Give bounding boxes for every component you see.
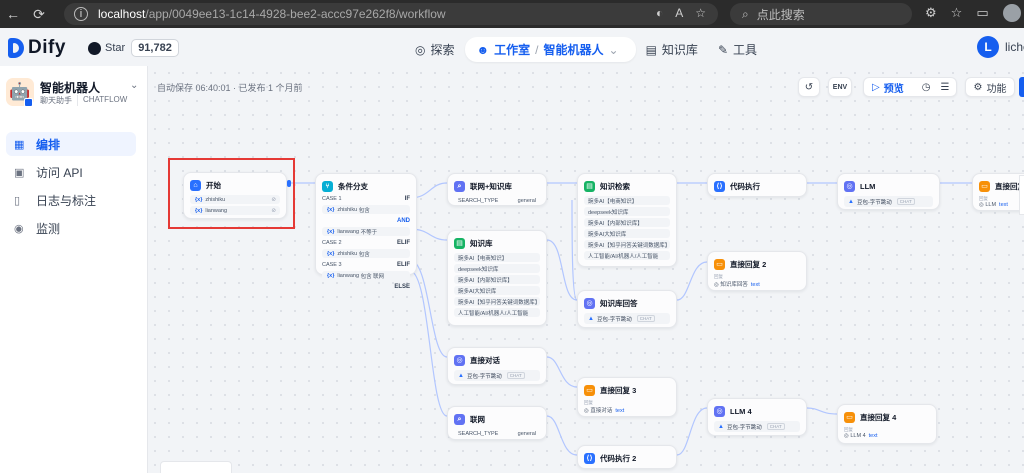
model-icon: ▲	[588, 315, 594, 322]
search-icon: ⌕	[454, 413, 465, 425]
node-code[interactable]: ⟨⟩ 代码执行	[707, 173, 807, 197]
branch-icon: ⑂	[322, 180, 333, 192]
llm-ref-icon: ◎	[714, 282, 719, 288]
node-title: 知识库回答	[600, 298, 638, 308]
node-answer[interactable]: ▭ 直接回复 回复 ◎ LLM text	[972, 173, 1024, 211]
database-icon: ▤	[584, 180, 595, 192]
llm-ref-icon: ◎	[584, 408, 589, 414]
node-title: 联网+知识库	[470, 181, 512, 191]
node-knowledge-retrieval[interactable]: ▤ 知识检索 豌多AI【电商知识】 deepseek知识库 豌多AI【内部知识库】…	[577, 173, 677, 267]
answer-icon: ▭	[979, 180, 990, 192]
selection-highlight	[168, 158, 295, 229]
node-llm-4[interactable]: ◎ LLM 4 ▲ 豆包-字节跳动 CHAT	[707, 398, 807, 436]
node-web-kb[interactable]: ⌕ 联网+知识库 SEARCH_TYPE general	[447, 173, 547, 206]
model-icon: ▲	[458, 372, 464, 379]
edge-kbanswer-answer2	[676, 261, 708, 301]
node-title: 直接回复 4	[860, 412, 897, 422]
database-icon: ▤	[454, 237, 465, 249]
node-answer-3[interactable]: ▭ 直接回复 3 回复 ◎ 直接对话 text	[577, 377, 677, 417]
node-title: 条件分支	[338, 181, 368, 191]
node-title: 代码执行 2	[600, 453, 637, 463]
edge-else-web	[409, 270, 448, 417]
edge-code2-llm4	[676, 407, 708, 456]
brain-icon: ◎	[584, 297, 595, 309]
node-kb-answer[interactable]: ◎ 知识库回答 ▲ 豆包-字节跳动 CHAT	[577, 290, 677, 328]
node-title: 直接回复 2	[730, 259, 767, 269]
node-code-2[interactable]: ⟨⟩ 代码执行 2	[577, 445, 677, 469]
minimap[interactable]	[160, 461, 232, 473]
node-title: 知识检索	[600, 181, 630, 191]
node-title: 直接回复 3	[600, 385, 637, 395]
node-answer-4[interactable]: ▭ 直接回复 4 回复 ◎ LLM 4 text	[837, 404, 937, 444]
node-title: 知识库	[470, 238, 493, 248]
code-icon: ⟨⟩	[714, 180, 725, 192]
answer-icon: ▭	[714, 258, 725, 270]
node-if-else[interactable]: ⑂ 条件分支 CASE 1 IF {x} zhishiku 包含 AND {x} lia…	[315, 173, 417, 290]
edge-directchat-answer3	[546, 356, 578, 388]
canvas-side-panel-edge	[1019, 175, 1024, 215]
llm-ref-icon: ◎	[844, 433, 849, 439]
model-icon: ▲	[848, 198, 854, 205]
brain-icon: ◎	[714, 405, 725, 417]
model-icon: ▲	[718, 423, 724, 430]
node-title: LLM 4	[730, 406, 752, 416]
node-direct-chat[interactable]: ◎ 直接对话 ▲ 豆包-字节跳动 CHAT	[447, 347, 547, 385]
node-llm[interactable]: ◎ LLM ▲ 豆包-字节跳动 CHAT	[837, 173, 940, 210]
answer-icon: ▭	[584, 384, 595, 396]
edge-web-code2	[546, 415, 578, 456]
code-icon: ⟨⟩	[584, 452, 595, 464]
llm-ref-icon: ◎	[979, 202, 984, 208]
search-icon: ⌕	[454, 180, 465, 192]
node-title: LLM	[860, 181, 876, 191]
node-title: 代码执行	[730, 181, 760, 191]
node-knowledge-base[interactable]: ▤ 知识库 豌多AI【电商知识】 deepseek知识库 豌多AI【内部知识库】 …	[447, 230, 547, 326]
node-title: 直接对话	[470, 355, 500, 365]
brain-icon: ◎	[454, 354, 465, 366]
brain-icon: ◎	[844, 180, 855, 192]
node-web[interactable]: ⌕ 联网 SEARCH_TYPE general	[447, 406, 547, 440]
node-answer-2[interactable]: ▭ 直接回复 2 回复 ◎ 知识库回答 text	[707, 251, 807, 291]
node-title: 联网	[470, 414, 485, 424]
answer-icon: ▭	[844, 411, 855, 423]
edge-llm4-answer4	[806, 407, 838, 415]
